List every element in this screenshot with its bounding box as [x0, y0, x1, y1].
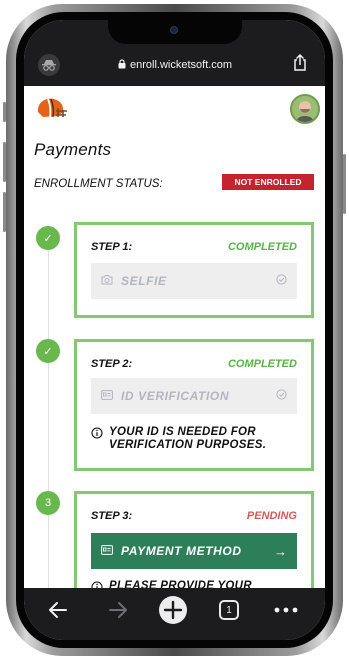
camera [170, 26, 178, 34]
plus-icon[interactable] [157, 594, 189, 626]
step-3-status: PENDING [246, 510, 297, 522]
browser-bottom-toolbar: 1 [24, 588, 325, 640]
helmet-logo[interactable] [34, 96, 68, 122]
tabs-icon[interactable]: 1 [213, 594, 245, 626]
id-info-note: YOUR ID IS NEEDED FOR VERIFICATION PURPO… [91, 426, 301, 452]
step-2-status: COMPLETED [227, 358, 297, 370]
payment-method-button[interactable]: PAYMENT METHOD → [91, 533, 297, 569]
step-1-number: STEP 1: [91, 241, 133, 253]
step-3-card: STEP 3: PENDING PAYMENT METHOD → PLEASE … [74, 491, 314, 588]
phone-volume-down [3, 192, 6, 232]
selfie-label: SELFIE [121, 274, 167, 288]
back-arrow-icon[interactable] [42, 594, 74, 626]
id-card-icon [101, 387, 113, 405]
status-badge: NOT ENROLLED [222, 174, 314, 190]
phone-frame: enroll.wicketsoft.com Payments ENROLLMEN… [3, 4, 346, 656]
phone-volume-up [3, 142, 6, 182]
incognito-icon[interactable] [38, 54, 60, 76]
info-icon [91, 580, 103, 588]
page-title: Payments [34, 140, 112, 159]
tab-count: 1 [219, 600, 239, 620]
check-circle-icon [276, 387, 287, 405]
forward-arrow-icon[interactable] [102, 594, 134, 626]
more-icon[interactable] [270, 594, 302, 626]
step-1-check-icon: ✓ [36, 226, 60, 250]
url-text: enroll.wicketsoft.com [130, 59, 233, 71]
address-bar[interactable]: enroll.wicketsoft.com [118, 56, 232, 74]
phone-bezel: enroll.wicketsoft.com Payments ENROLLMEN… [16, 12, 333, 648]
payment-card-icon [101, 542, 113, 560]
phone-power-button [343, 154, 346, 214]
notch [108, 20, 242, 44]
step-3-number: STEP 3: [91, 510, 133, 522]
step-2-number: STEP 2: [91, 358, 133, 370]
check-circle-icon [276, 272, 287, 290]
step-2-card: STEP 2: COMPLETED ID VERIFICATION YOUR I… [74, 339, 314, 471]
id-info-text: YOUR ID IS NEEDED FOR VERIFICATION PURPO… [109, 426, 267, 451]
lock-icon [118, 58, 126, 72]
phone-side-button [3, 102, 6, 122]
enrollment-status-label: ENROLLMENT STATUS: [34, 178, 163, 190]
step-1-status: COMPLETED [227, 241, 297, 253]
selfie-field[interactable]: SELFIE [91, 263, 297, 299]
step-1-card: STEP 1: COMPLETED SELFIE [74, 222, 314, 318]
steps-timeline-line [48, 226, 49, 588]
id-verification-label: ID VERIFICATION [121, 389, 230, 403]
page-content: Payments ENROLLMENT STATUS: NOT ENROLLED… [24, 86, 325, 588]
step-2-check-icon: ✓ [36, 339, 60, 363]
camera-icon [101, 272, 113, 290]
screen: enroll.wicketsoft.com Payments ENROLLMEN… [24, 20, 325, 640]
step-3-number-badge: 3 [36, 491, 60, 515]
payment-method-label: PAYMENT METHOD [121, 544, 242, 558]
payment-info-note: PLEASE PROVIDE YOUR PAYMENT INFORMATION. [91, 580, 301, 588]
avatar[interactable] [290, 94, 320, 124]
arrow-right-icon: → [274, 543, 287, 559]
id-verification-field[interactable]: ID VERIFICATION [91, 378, 297, 414]
payment-info-text: PLEASE PROVIDE YOUR PAYMENT INFORMATION. [109, 580, 252, 588]
info-icon [91, 426, 103, 444]
browser-top-bar: enroll.wicketsoft.com [24, 20, 325, 86]
share-icon[interactable] [289, 52, 311, 74]
